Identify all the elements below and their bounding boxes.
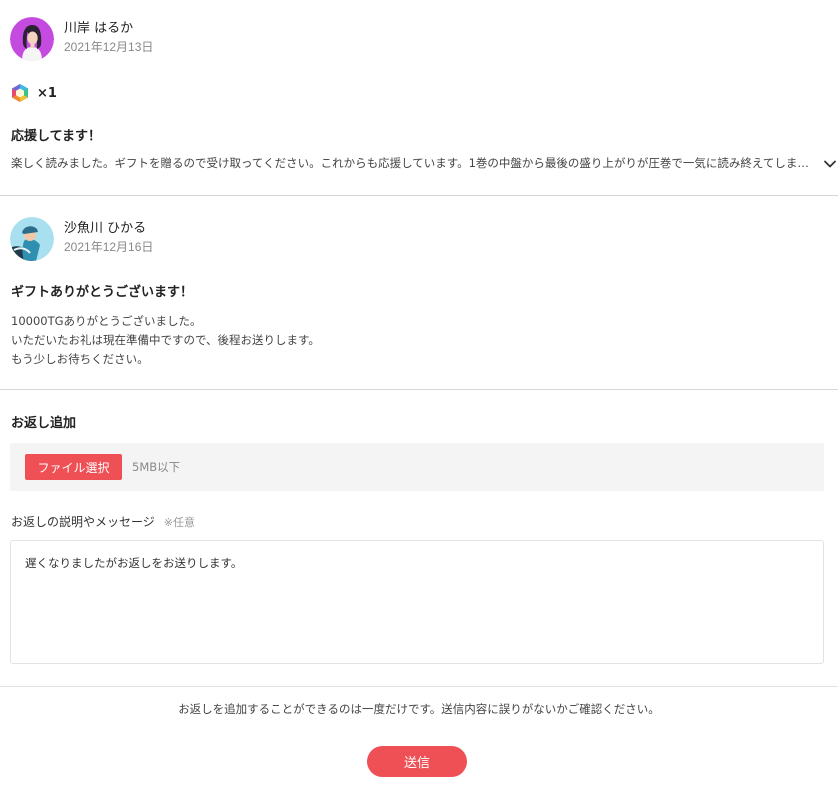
reply-body-line: いただいたお礼は現在準備中ですので、後程お送りします。 xyxy=(11,333,320,347)
avatar-creator-icon xyxy=(10,217,54,261)
creator-name[interactable]: 沙魚川 ひかる xyxy=(64,217,146,236)
file-upload-area: ファイル選択 5MB以下 xyxy=(10,443,824,491)
expand-button[interactable] xyxy=(822,156,838,172)
reply-date: 2021年12月16日 xyxy=(64,240,154,254)
gem-icon xyxy=(12,84,28,102)
reply-title: ギフトありがとうございます！ xyxy=(11,285,194,300)
divider xyxy=(0,686,838,687)
reply-body-line: 10000TGありがとうございました。 xyxy=(11,314,202,328)
user-name[interactable]: 川岸 はるか xyxy=(64,17,133,36)
avatar-woman-icon xyxy=(10,17,54,61)
reply-body: 10000TGありがとうございました。 いただいたお礼は現在準備中ですので、後程… xyxy=(11,312,320,369)
message-body: 楽しく読みました。ギフトを贈るので受け取ってください。これからも応援しています。… xyxy=(11,156,813,170)
description-textarea[interactable]: 遅くなりましたがお返しをお送りします。 xyxy=(10,540,824,664)
post-date: 2021年12月13日 xyxy=(64,40,154,54)
divider xyxy=(0,195,838,196)
gift-count: ×1 xyxy=(37,85,57,101)
file-select-button[interactable]: ファイル選択 xyxy=(25,454,122,480)
user-avatar[interactable] xyxy=(10,17,54,61)
submit-notice: お返しを追加することができるのは一度だけです。送信内容に誤りがないかご確認くださ… xyxy=(178,702,660,716)
return-section-title: お返し追加 xyxy=(11,416,77,431)
message-title: 応援してます！ xyxy=(11,129,101,144)
gift-message-card: 川岸 はるか 2021年12月13日 ×1 応援してます！ 楽しく読みました。ギ… xyxy=(0,0,838,196)
chevron-down-icon xyxy=(824,160,836,168)
gift-row: ×1 xyxy=(10,83,57,103)
creator-avatar[interactable] xyxy=(10,217,54,261)
file-size-hint: 5MB以下 xyxy=(132,460,181,474)
submit-button[interactable]: 送信 xyxy=(367,746,467,777)
reply-body-line: もう少しお待ちください。 xyxy=(11,352,149,366)
divider xyxy=(0,389,838,390)
description-label: お返しの説明やメッセージ ※任意 xyxy=(11,513,195,530)
optional-tag: ※任意 xyxy=(163,516,195,529)
description-label-text: お返しの説明やメッセージ xyxy=(11,515,155,529)
